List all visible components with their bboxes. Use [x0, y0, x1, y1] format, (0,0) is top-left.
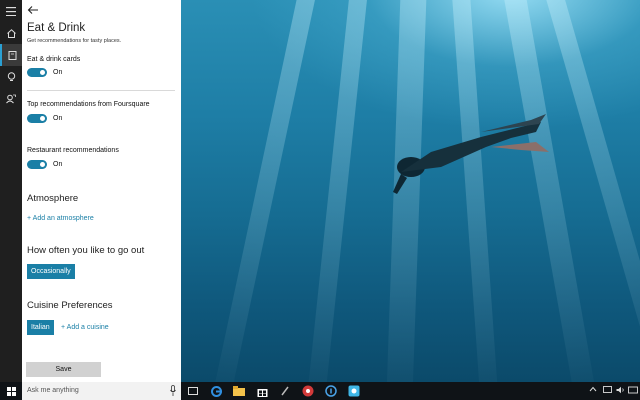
edge-button[interactable] [210, 385, 222, 397]
taskbar: Ask me anything [0, 382, 640, 400]
divider [27, 90, 175, 91]
setting-label: Restaurant recommendations [27, 147, 119, 154]
app-button[interactable] [302, 385, 314, 397]
eat-drink-cards-toggle[interactable] [27, 68, 47, 77]
back-arrow-icon [27, 6, 38, 14]
desktop-wallpaper [181, 0, 640, 382]
cortana-search-box[interactable]: Ask me anything [22, 382, 181, 400]
task-view-button[interactable] [187, 385, 199, 397]
app-icon [302, 385, 314, 397]
cortana-notebook-panel: Eat & Drink Get recommendations for tast… [22, 0, 181, 382]
restaurant-recommendations-toggle[interactable] [27, 160, 47, 169]
network-icon[interactable] [603, 386, 612, 396]
light-ray [209, 0, 319, 382]
home-button[interactable] [0, 22, 22, 44]
toggle-state: On [53, 161, 63, 168]
store-button[interactable] [256, 385, 268, 397]
setting-label: Eat & drink cards [27, 56, 81, 63]
chevron-up-icon[interactable] [589, 386, 597, 394]
home-icon [6, 28, 16, 38]
italian-chip[interactable]: Italian [27, 320, 54, 335]
going-out-heading: How often you like to go out [27, 245, 145, 256]
app-button[interactable] [279, 385, 291, 397]
microphone-icon[interactable] [170, 385, 176, 397]
start-button[interactable] [0, 382, 22, 400]
notebook-icon [8, 50, 16, 60]
atmosphere-heading: Atmosphere [27, 193, 79, 204]
file-explorer-button[interactable] [233, 385, 245, 397]
foursquare-toggle[interactable] [27, 114, 47, 123]
light-ray [305, 0, 369, 382]
cortana-rail [0, 0, 22, 382]
notebook-button[interactable] [0, 44, 22, 66]
app-icon [348, 385, 360, 397]
keyboard-icon[interactable] [628, 386, 638, 396]
setting-label: Top recommendations from Foursquare [27, 101, 150, 108]
hamburger-menu-button[interactable] [0, 0, 22, 22]
add-cuisine-link[interactable]: + Add a cuisine [61, 324, 109, 331]
edge-icon [210, 385, 222, 397]
app-icon [281, 386, 289, 396]
feedback-icon [6, 94, 16, 104]
cuisine-heading: Cuisine Preferences [27, 300, 113, 311]
app-button[interactable] [325, 385, 337, 397]
reminders-button[interactable] [0, 66, 22, 88]
search-placeholder: Ask me anything [27, 387, 79, 394]
feedback-button[interactable] [0, 88, 22, 110]
windows-start-icon [6, 386, 16, 396]
page-subtitle: Get recommendations for tasty places. [27, 38, 122, 44]
app-button[interactable] [348, 385, 360, 397]
toggle-state: On [53, 69, 63, 76]
page-title: Eat & Drink [27, 22, 86, 34]
store-icon [257, 388, 267, 397]
back-button[interactable] [27, 4, 43, 18]
add-atmosphere-link[interactable]: + Add an atmosphere [27, 215, 94, 222]
lightbulb-icon [7, 72, 15, 81]
hamburger-icon [6, 6, 16, 16]
file-explorer-icon [233, 386, 245, 396]
task-view-icon [188, 387, 198, 395]
toggle-state: On [53, 115, 63, 122]
volume-icon[interactable] [616, 386, 625, 396]
occasionally-chip[interactable]: Occasionally [27, 264, 75, 279]
save-button[interactable]: Save [26, 362, 101, 377]
swimmer-image [393, 114, 549, 194]
app-icon [325, 385, 337, 397]
